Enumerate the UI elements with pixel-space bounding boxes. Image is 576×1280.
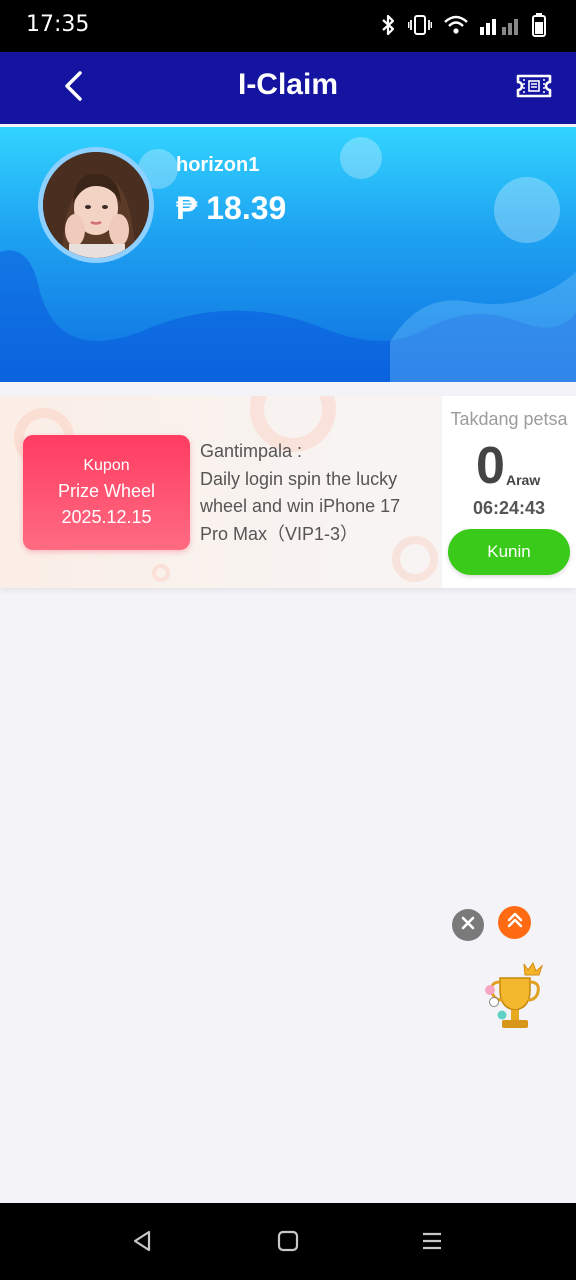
bluetooth-icon [380, 13, 396, 37]
status-time: 17:35 [26, 12, 90, 37]
coupon-name: Prize Wheel [57, 481, 156, 501]
system-nav-bar [0, 1203, 576, 1280]
vibrate-icon [408, 14, 432, 36]
menu-lines-icon [421, 1231, 443, 1256]
decorative-ring [152, 564, 170, 582]
battery-icon [532, 13, 546, 37]
back-triangle-icon [131, 1229, 153, 1258]
countdown-timer: 06:24:43 [472, 498, 546, 518]
decorative-bubble [340, 137, 382, 179]
ticket-icon [516, 73, 552, 104]
home-square-icon [277, 1230, 299, 1257]
username: horizon1 [176, 154, 260, 176]
coupon-date: 2025.12.15 [61, 507, 152, 527]
wifi-icon [444, 15, 468, 35]
avatar[interactable] [38, 147, 154, 263]
coupon-kind: Kupon [83, 457, 130, 474]
page-title: I-Claim [237, 68, 339, 101]
prize-label: Gantimpala : [200, 441, 303, 461]
nav-back-button[interactable] [122, 1225, 162, 1261]
nav-home-button[interactable] [268, 1225, 308, 1261]
status-bar: 17:35 [0, 0, 576, 52]
profile-banner: horizon1 ₱ 18.39 [0, 127, 576, 382]
claim-button[interactable]: Kunin [448, 529, 570, 575]
avatar-photo [43, 152, 149, 258]
close-floating-button[interactable] [452, 909, 484, 941]
deadline-label: Takdang petsa [450, 409, 568, 429]
signal-icon [480, 15, 520, 35]
double-chevron-up-icon [506, 911, 524, 934]
nav-recents-button[interactable] [412, 1225, 452, 1261]
days-unit: Araw [506, 472, 541, 488]
status-icons [380, 13, 546, 37]
coupon-card: Kupon Prize Wheel 2025.12.15 Gantimpala … [0, 396, 576, 588]
app-bar: I-Claim [0, 52, 576, 124]
balance-amount: ₱ 18.39 [176, 190, 287, 226]
close-icon [461, 916, 475, 935]
days-remaining: 0 [476, 437, 505, 495]
deadline-panel: Takdang petsa 0 Araw 06:24:43 Kunin [442, 396, 576, 588]
ticket-button[interactable] [514, 70, 554, 106]
prize-info: Gantimpala : Daily login spin the lucky … [200, 438, 430, 548]
coupon-badge: Kupon Prize Wheel 2025.12.15 [23, 435, 190, 550]
trophy-icon [480, 961, 550, 1040]
prize-description: Daily login spin the lucky wheel and win… [200, 468, 401, 544]
scroll-top-button[interactable] [498, 906, 531, 939]
trophy-button[interactable] [480, 960, 550, 1036]
